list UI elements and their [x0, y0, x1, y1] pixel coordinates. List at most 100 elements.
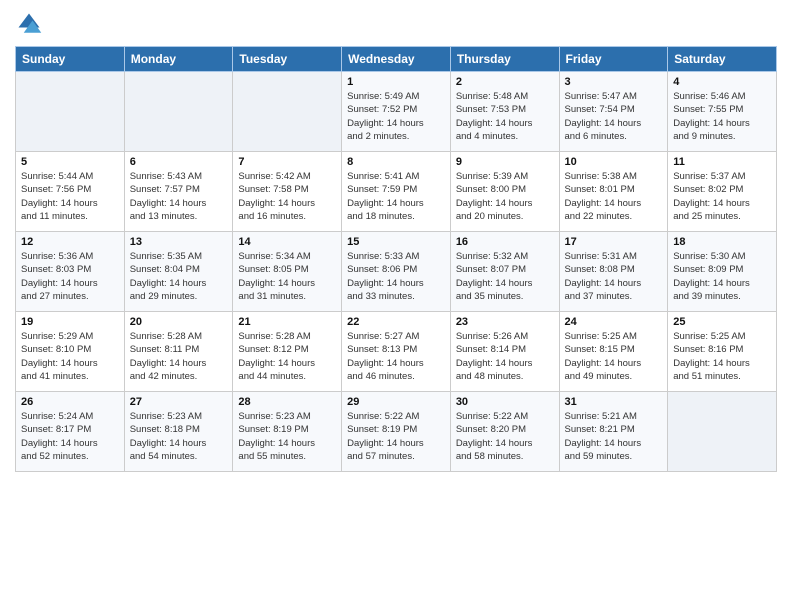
- day-cell: 31 Sunrise: 5:21 AM Sunset: 8:21 PM Dayli…: [559, 392, 668, 472]
- day-number: 16: [456, 236, 554, 248]
- day-cell: 13 Sunrise: 5:35 AM Sunset: 8:04 PM Dayli…: [124, 232, 233, 312]
- day-cell: 17 Sunrise: 5:31 AM Sunset: 8:08 PM Dayli…: [559, 232, 668, 312]
- day-cell: 3 Sunrise: 5:47 AM Sunset: 7:54 PM Daylig…: [559, 72, 668, 152]
- day-number: 24: [565, 316, 663, 328]
- day-cell: 18 Sunrise: 5:30 AM Sunset: 8:09 PM Dayli…: [668, 232, 777, 312]
- day-cell: 11Sunrise: 5:37 AM Sunset: 8:02 PM Dayli…: [668, 152, 777, 232]
- day-info: Sunrise: 5:36 AM Sunset: 8:03 PM Dayligh…: [21, 250, 119, 303]
- day-cell: 24 Sunrise: 5:25 AM Sunset: 8:15 PM Dayli…: [559, 312, 668, 392]
- day-number: 15: [347, 236, 445, 248]
- day-cell: 29 Sunrise: 5:22 AM Sunset: 8:19 PM Dayli…: [342, 392, 451, 472]
- day-cell: 6Sunrise: 5:43 AM Sunset: 7:57 PM Daylig…: [124, 152, 233, 232]
- day-number: 3: [565, 76, 663, 88]
- day-number: 31: [565, 396, 663, 408]
- day-cell: 7 Sunrise: 5:42 AM Sunset: 7:58 PM Daylig…: [233, 152, 342, 232]
- day-number: 4: [673, 76, 771, 88]
- day-cell: 5 Sunrise: 5:44 AM Sunset: 7:56 PM Daylig…: [16, 152, 125, 232]
- week-row: 19 Sunrise: 5:29 AM Sunset: 8:10 PM Dayli…: [16, 312, 777, 392]
- day-cell: 10 Sunrise: 5:38 AM Sunset: 8:01 PM Dayli…: [559, 152, 668, 232]
- day-info: Sunrise: 5:31 AM Sunset: 8:08 PM Dayligh…: [565, 250, 663, 303]
- day-info: Sunrise: 5:29 AM Sunset: 8:10 PM Dayligh…: [21, 330, 119, 383]
- day-cell: 21 Sunrise: 5:28 AM Sunset: 8:12 PM Dayli…: [233, 312, 342, 392]
- day-number: 23: [456, 316, 554, 328]
- day-info: Sunrise: 5:35 AM Sunset: 8:04 PM Dayligh…: [130, 250, 228, 303]
- day-info: Sunrise: 5:25 AM Sunset: 8:15 PM Dayligh…: [565, 330, 663, 383]
- day-info: Sunrise: 5:23 AM Sunset: 8:18 PM Dayligh…: [130, 410, 228, 463]
- day-info: Sunrise: 5:22 AM Sunset: 8:19 PM Dayligh…: [347, 410, 445, 463]
- day-header: Sunday: [16, 47, 125, 72]
- day-number: 22: [347, 316, 445, 328]
- day-cell: [668, 392, 777, 472]
- day-info: Sunrise: 5:26 AM Sunset: 8:14 PM Dayligh…: [456, 330, 554, 383]
- day-header: Saturday: [668, 47, 777, 72]
- day-cell: 9 Sunrise: 5:39 AM Sunset: 8:00 PM Daylig…: [450, 152, 559, 232]
- day-info: Sunrise: 5:34 AM Sunset: 8:05 PM Dayligh…: [238, 250, 336, 303]
- day-number: 1: [347, 76, 445, 88]
- day-number: 10: [565, 156, 663, 168]
- day-info: Sunrise: 5:30 AM Sunset: 8:09 PM Dayligh…: [673, 250, 771, 303]
- day-info: Sunrise: 5:39 AM Sunset: 8:00 PM Dayligh…: [456, 170, 554, 223]
- day-info: Sunrise: 5:44 AM Sunset: 7:56 PM Dayligh…: [21, 170, 119, 223]
- day-cell: 26 Sunrise: 5:24 AM Sunset: 8:17 PM Dayli…: [16, 392, 125, 472]
- day-cell: 16 Sunrise: 5:32 AM Sunset: 8:07 PM Dayli…: [450, 232, 559, 312]
- week-row: 26 Sunrise: 5:24 AM Sunset: 8:17 PM Dayli…: [16, 392, 777, 472]
- day-cell: 8 Sunrise: 5:41 AM Sunset: 7:59 PM Daylig…: [342, 152, 451, 232]
- day-number: 7: [238, 156, 336, 168]
- header: [15, 10, 777, 38]
- day-info: Sunrise: 5:47 AM Sunset: 7:54 PM Dayligh…: [565, 90, 663, 143]
- day-cell: [233, 72, 342, 152]
- day-info: Sunrise: 5:41 AM Sunset: 7:59 PM Dayligh…: [347, 170, 445, 223]
- day-number: 27: [130, 396, 228, 408]
- day-number: 14: [238, 236, 336, 248]
- day-info: Sunrise: 5:42 AM Sunset: 7:58 PM Dayligh…: [238, 170, 336, 223]
- day-number: 19: [21, 316, 119, 328]
- day-info: Sunrise: 5:27 AM Sunset: 8:13 PM Dayligh…: [347, 330, 445, 383]
- day-number: 25: [673, 316, 771, 328]
- day-info: Sunrise: 5:28 AM Sunset: 8:12 PM Dayligh…: [238, 330, 336, 383]
- week-row: 1Sunrise: 5:49 AM Sunset: 7:52 PM Daylig…: [16, 72, 777, 152]
- day-info: Sunrise: 5:32 AM Sunset: 8:07 PM Dayligh…: [456, 250, 554, 303]
- day-number: 26: [21, 396, 119, 408]
- day-cell: 30Sunrise: 5:22 AM Sunset: 8:20 PM Dayli…: [450, 392, 559, 472]
- day-number: 2: [456, 76, 554, 88]
- day-cell: 27 Sunrise: 5:23 AM Sunset: 8:18 PM Dayli…: [124, 392, 233, 472]
- day-header: Monday: [124, 47, 233, 72]
- day-header: Thursday: [450, 47, 559, 72]
- day-number: 9: [456, 156, 554, 168]
- day-info: Sunrise: 5:28 AM Sunset: 8:11 PM Dayligh…: [130, 330, 228, 383]
- day-info: Sunrise: 5:43 AM Sunset: 7:57 PM Dayligh…: [130, 170, 228, 223]
- day-cell: 2Sunrise: 5:48 AM Sunset: 7:53 PM Daylig…: [450, 72, 559, 152]
- day-number: 21: [238, 316, 336, 328]
- day-cell: 23 Sunrise: 5:26 AM Sunset: 8:14 PM Dayli…: [450, 312, 559, 392]
- day-info: Sunrise: 5:22 AM Sunset: 8:20 PM Dayligh…: [456, 410, 554, 463]
- week-row: 12Sunrise: 5:36 AM Sunset: 8:03 PM Dayli…: [16, 232, 777, 312]
- day-number: 20: [130, 316, 228, 328]
- day-info: Sunrise: 5:33 AM Sunset: 8:06 PM Dayligh…: [347, 250, 445, 303]
- day-info: Sunrise: 5:46 AM Sunset: 7:55 PM Dayligh…: [673, 90, 771, 143]
- day-number: 5: [21, 156, 119, 168]
- day-header: Tuesday: [233, 47, 342, 72]
- day-number: 28: [238, 396, 336, 408]
- day-number: 18: [673, 236, 771, 248]
- day-header: Wednesday: [342, 47, 451, 72]
- day-cell: 20 Sunrise: 5:28 AM Sunset: 8:11 PM Dayli…: [124, 312, 233, 392]
- day-number: 13: [130, 236, 228, 248]
- day-info: Sunrise: 5:25 AM Sunset: 8:16 PM Dayligh…: [673, 330, 771, 383]
- day-info: Sunrise: 5:24 AM Sunset: 8:17 PM Dayligh…: [21, 410, 119, 463]
- day-number: 29: [347, 396, 445, 408]
- logo-icon: [15, 10, 43, 38]
- day-number: 8: [347, 156, 445, 168]
- day-info: Sunrise: 5:38 AM Sunset: 8:01 PM Dayligh…: [565, 170, 663, 223]
- logo: [15, 10, 47, 38]
- header-row: SundayMondayTuesdayWednesdayThursdayFrid…: [16, 47, 777, 72]
- calendar-table: SundayMondayTuesdayWednesdayThursdayFrid…: [15, 46, 777, 472]
- day-cell: 14 Sunrise: 5:34 AM Sunset: 8:05 PM Dayli…: [233, 232, 342, 312]
- day-cell: 19 Sunrise: 5:29 AM Sunset: 8:10 PM Dayli…: [16, 312, 125, 392]
- day-info: Sunrise: 5:21 AM Sunset: 8:21 PM Dayligh…: [565, 410, 663, 463]
- day-cell: 22 Sunrise: 5:27 AM Sunset: 8:13 PM Dayli…: [342, 312, 451, 392]
- day-info: Sunrise: 5:37 AM Sunset: 8:02 PM Dayligh…: [673, 170, 771, 223]
- day-number: 17: [565, 236, 663, 248]
- day-cell: 4 Sunrise: 5:46 AM Sunset: 7:55 PM Daylig…: [668, 72, 777, 152]
- day-cell: 1Sunrise: 5:49 AM Sunset: 7:52 PM Daylig…: [342, 72, 451, 152]
- day-cell: 28Sunrise: 5:23 AM Sunset: 8:19 PM Dayli…: [233, 392, 342, 472]
